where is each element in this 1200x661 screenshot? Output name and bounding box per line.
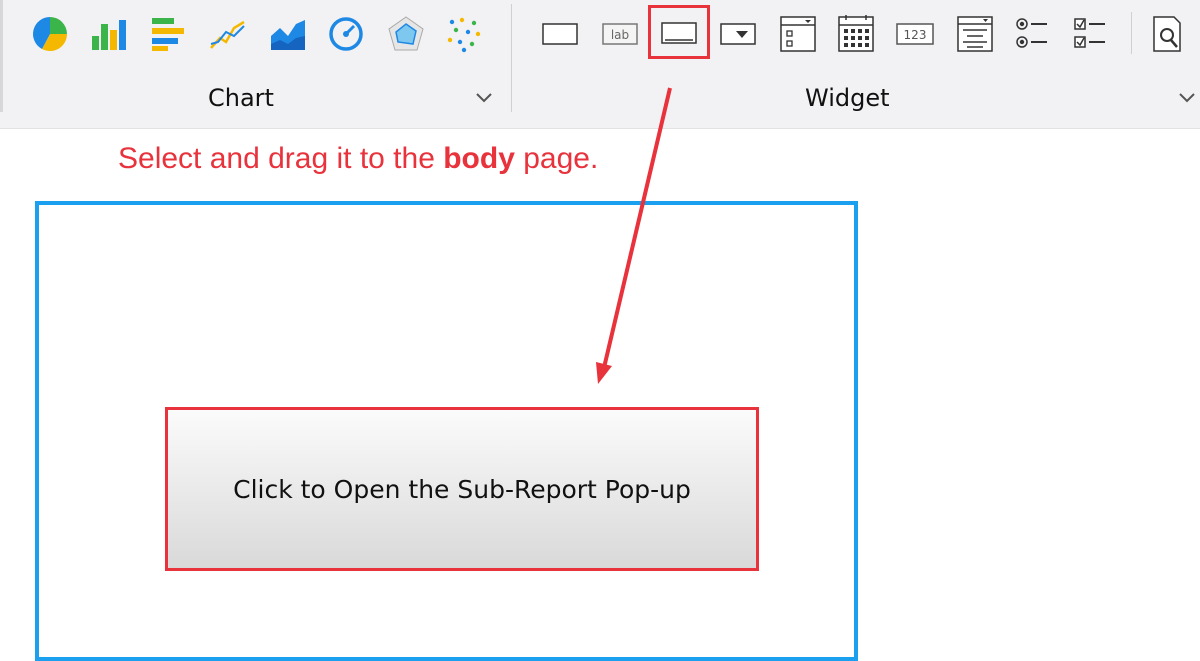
bar-chart-icon[interactable] — [88, 14, 128, 54]
area-chart-icon[interactable] — [268, 14, 308, 54]
gauge-chart-icon[interactable] — [326, 14, 366, 54]
number-widget-icon[interactable]: 123 — [895, 14, 935, 54]
group-divider — [511, 4, 512, 112]
instruction-bold: body — [443, 142, 515, 175]
toolbar-ribbon: Chart lab 123 Widget — [0, 0, 1200, 129]
radio-group-widget-icon[interactable] — [1013, 14, 1053, 54]
pie-chart-icon[interactable] — [30, 14, 70, 54]
label-widget-icon[interactable]: lab — [600, 14, 640, 54]
sub-report-popup-button[interactable]: Click to Open the Sub-Report Pop-up — [165, 407, 759, 571]
preview-icon[interactable] — [1148, 14, 1188, 54]
list-box-widget-icon[interactable] — [955, 14, 995, 54]
widget-group-chevron-down-icon[interactable] — [1176, 86, 1198, 108]
horizontal-bar-chart-icon[interactable] — [148, 14, 188, 54]
calendar-widget-icon[interactable] — [836, 14, 876, 54]
chart-group-chevron-down-icon[interactable] — [473, 86, 495, 108]
dropdown-widget-icon[interactable] — [718, 14, 758, 54]
radar-chart-icon[interactable] — [386, 14, 426, 54]
instruction-prefix: Select and drag it to the — [118, 142, 444, 175]
instruction-suffix: page. — [514, 142, 599, 175]
sub-report-popup-button-label: Click to Open the Sub-Report Pop-up — [233, 474, 691, 504]
checkbox-group-widget-icon[interactable] — [1071, 14, 1111, 54]
text-box-widget-icon[interactable] — [540, 14, 580, 54]
line-chart-icon[interactable] — [208, 14, 248, 54]
dropdown-tree-widget-icon[interactable] — [778, 14, 818, 54]
drag-instruction: Select and drag it to the body page. — [118, 142, 598, 176]
scatter-chart-icon[interactable] — [444, 14, 484, 54]
number-widget-text: 123 — [904, 28, 927, 42]
label-widget-text: lab — [611, 28, 629, 42]
ribbon-left-edge — [0, 0, 3, 112]
toolbar-divider — [1131, 12, 1132, 54]
widget-group-label: Widget — [805, 84, 890, 112]
chart-group-label: Chart — [208, 84, 274, 112]
button-widget-highlight — [648, 5, 710, 59]
